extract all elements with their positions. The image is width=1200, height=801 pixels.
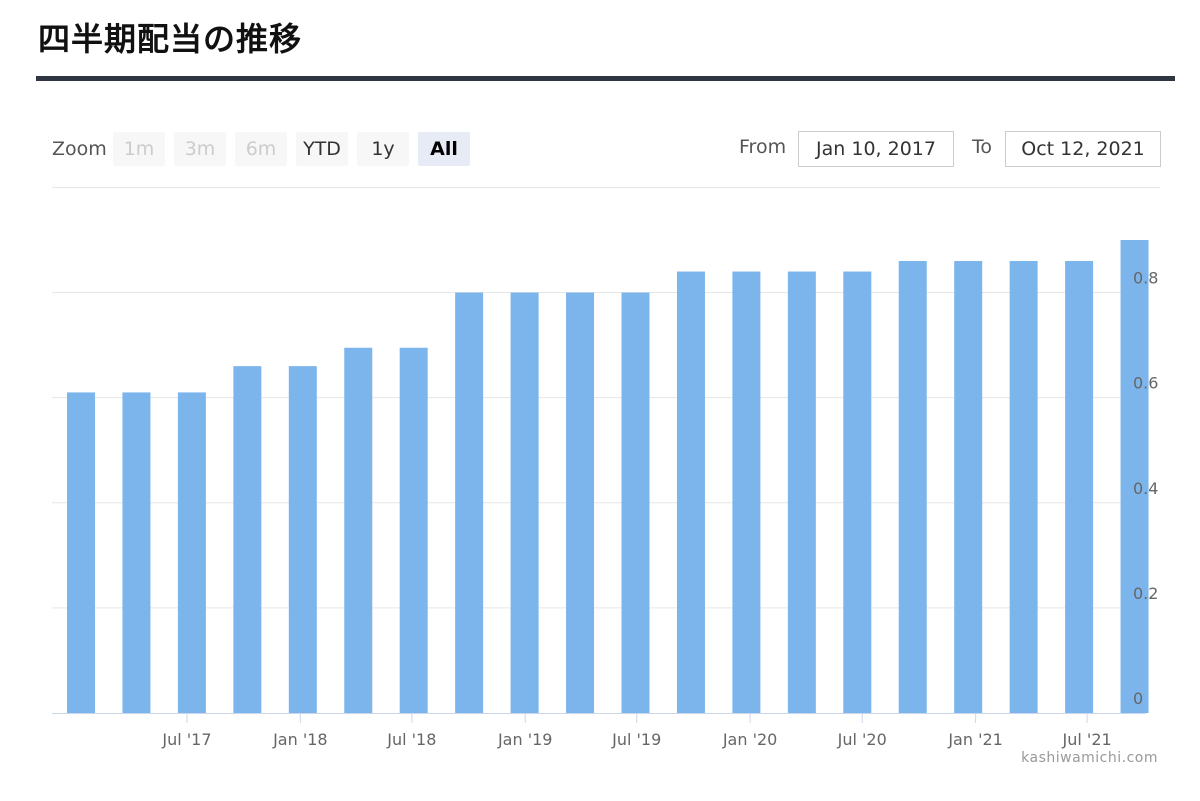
x-tick-label: Jul '21 bbox=[1062, 730, 1112, 749]
bar bbox=[67, 392, 95, 713]
bar bbox=[1065, 261, 1094, 713]
x-tick-label: Jan '18 bbox=[272, 730, 328, 749]
bar bbox=[399, 347, 428, 713]
bar bbox=[621, 292, 650, 713]
bar bbox=[122, 392, 151, 713]
x-tick-label: Jan '19 bbox=[497, 730, 553, 749]
dividend-bar-chart: 0 0.2 0.4 0.6 0.8 Jul '17 Jan '18 Jul '18 Jan '1… bbox=[52, 240, 1158, 749]
y-tick-label: 0.4 bbox=[1133, 479, 1158, 498]
y-tick-label: 0.2 bbox=[1133, 584, 1158, 603]
bar bbox=[510, 292, 539, 713]
credits-link[interactable]: kashiwamichi.com bbox=[1021, 750, 1158, 766]
bar bbox=[676, 271, 705, 713]
x-tick-label: Jul '18 bbox=[386, 730, 436, 749]
bar bbox=[732, 271, 761, 713]
bar bbox=[177, 392, 206, 713]
x-tick-label: Jul '19 bbox=[611, 730, 661, 749]
x-tick-label: Jan '20 bbox=[722, 730, 778, 749]
bar bbox=[843, 271, 872, 713]
bar bbox=[954, 261, 983, 713]
bar bbox=[455, 292, 484, 713]
bar bbox=[1120, 240, 1149, 713]
x-tick-label: Jul '20 bbox=[837, 730, 887, 749]
y-tick-label: 0.6 bbox=[1133, 374, 1158, 393]
x-tick-label: Jul '17 bbox=[161, 730, 211, 749]
y-tick-label: 0.8 bbox=[1133, 269, 1158, 288]
bar bbox=[288, 366, 317, 713]
bar bbox=[344, 347, 373, 713]
y-tick-label: 0 bbox=[1133, 689, 1143, 708]
bar bbox=[787, 271, 816, 713]
x-tick-label: Jan '21 bbox=[947, 730, 1003, 749]
bar bbox=[1009, 261, 1038, 713]
bar bbox=[898, 261, 927, 713]
bar bbox=[566, 292, 595, 713]
bar bbox=[233, 366, 262, 713]
